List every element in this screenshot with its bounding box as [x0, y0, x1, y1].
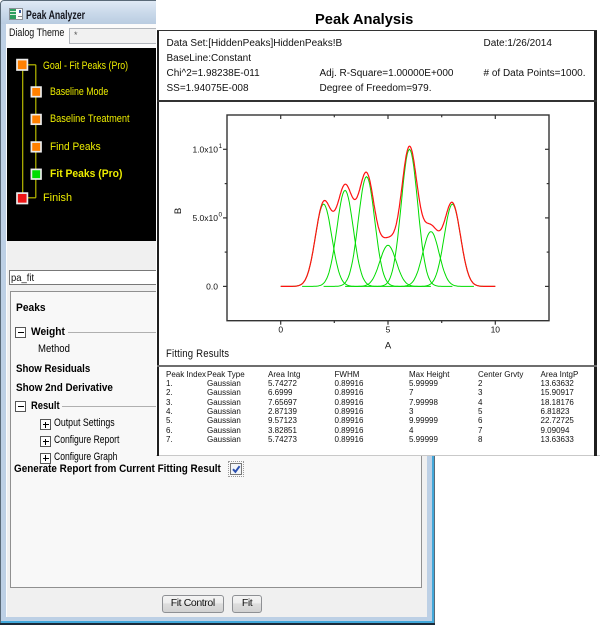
svg-text:10: 10 [491, 325, 501, 335]
svg-text:0.0: 0.0 [206, 281, 218, 291]
svg-text:0: 0 [219, 212, 223, 219]
svg-text:B: B [173, 208, 184, 214]
svg-text:5: 5 [386, 325, 391, 335]
svg-text:1.0x10: 1.0x10 [192, 144, 218, 154]
svg-text:1: 1 [219, 143, 223, 150]
svg-text:A: A [385, 341, 392, 352]
svg-text:5.0x10: 5.0x10 [192, 213, 218, 223]
svg-text:0: 0 [278, 325, 283, 335]
